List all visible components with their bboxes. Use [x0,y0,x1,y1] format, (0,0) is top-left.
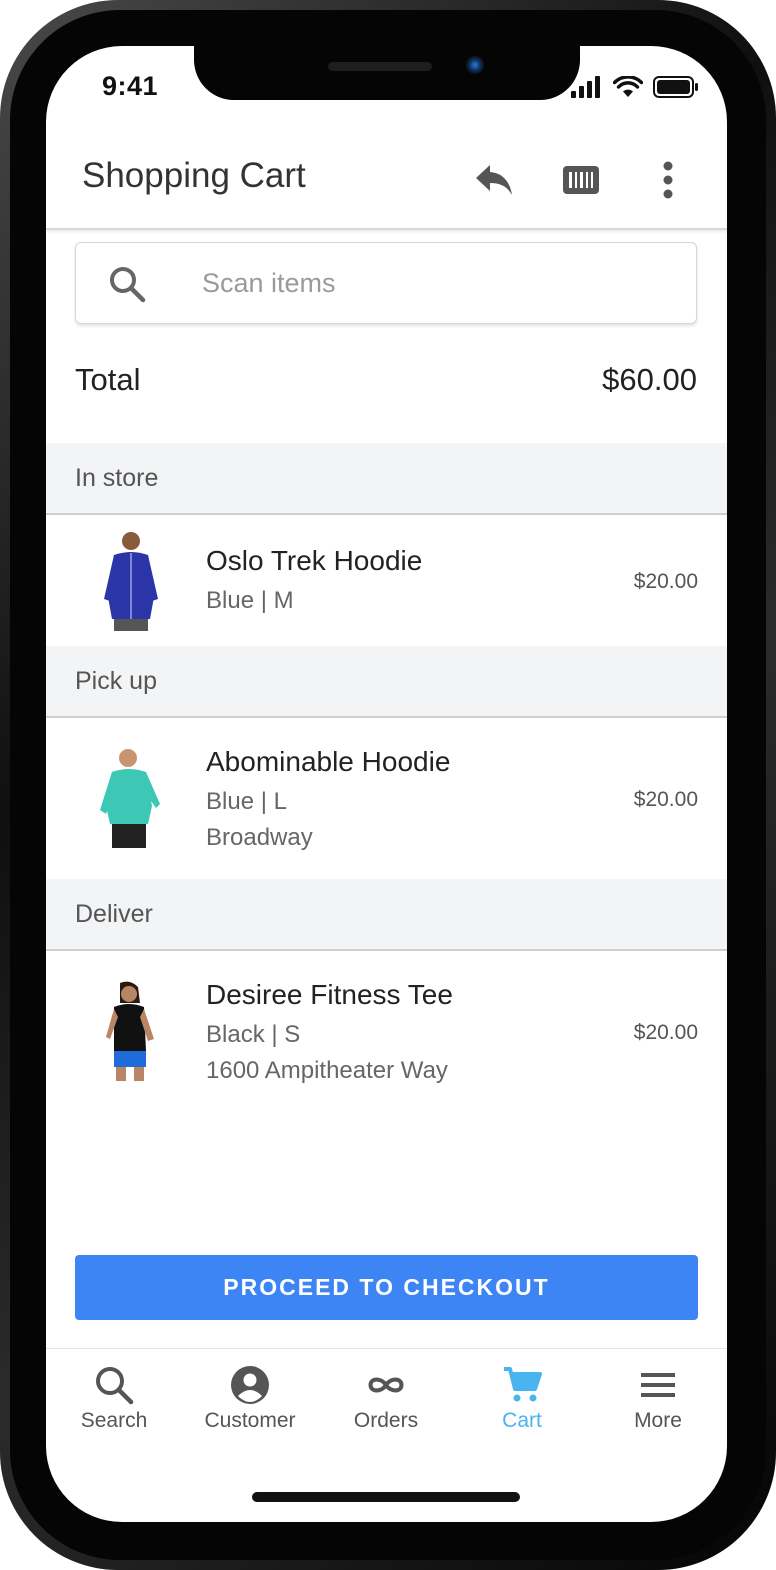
speaker-grille [328,62,432,71]
pickup-store: Broadway [206,824,313,851]
app-screen: 9:41 Shopping Cart Scan items Total $60.… [46,46,727,1522]
status-icons [571,76,699,98]
more-vert-icon [663,161,673,199]
menu-icon [641,1373,675,1397]
section-header-deliver: Deliver [46,879,727,951]
app-header: Shopping Cart [46,142,727,230]
proceed-to-checkout-button[interactable]: PROCEED TO CHECKOUT [75,1255,698,1320]
bottom-nav: Search Customer Orders Cart More [46,1348,727,1459]
product-thumbnail [106,981,154,1081]
item-price: $20.00 [633,788,698,811]
nav-item-orders[interactable]: Orders [326,1365,446,1445]
barcode-button[interactable] [559,158,603,202]
section-label: In store [75,464,159,492]
item-name: Oslo Trek Hoodie [206,545,423,576]
total-value: $60.00 [602,362,697,397]
section-label: Pick up [75,667,157,695]
product-thumbnail [100,749,160,848]
battery-icon [653,76,698,98]
item-name: Abominable Hoodie [206,746,451,777]
section-header-pick-up: Pick up [46,646,727,718]
status-time: 9:41 [102,71,159,101]
cart-item-row[interactable]: Oslo Trek Hoodie Blue | M $20.00 [46,515,727,646]
more-options-button[interactable] [646,158,690,202]
item-price: $20.00 [633,570,698,593]
item-variant: Black | S [206,1021,301,1048]
nav-item-more[interactable]: More [598,1365,718,1445]
item-variant: Blue | M [206,587,294,614]
section-header-in-store: In store [46,443,727,515]
wifi-icon [613,76,643,97]
nav-label: Customer [204,1409,296,1432]
nav-item-cart[interactable]: Cart [462,1365,582,1445]
page-title: Shopping Cart [82,156,306,195]
total-row: Total $60.00 [75,358,697,408]
product-thumbnail [104,532,158,631]
account-circle-icon [231,1366,269,1404]
section-label: Deliver [75,900,153,928]
search-icon [110,267,146,303]
total-label: Total [75,362,141,397]
scan-search-box[interactable] [75,242,697,324]
phone-frame: 9:41 Shopping Cart Scan items Total $60.… [0,0,776,1570]
search-icon [96,1367,134,1405]
nav-item-search[interactable]: Search [54,1365,174,1445]
item-name: Desiree Fitness Tee [206,979,453,1010]
signal-icon [571,76,600,98]
reply-button[interactable] [472,158,516,202]
nav-label: Orders [353,1409,419,1432]
cart-icon [504,1367,542,1402]
scan-items-input[interactable] [202,243,672,323]
delivery-address: 1600 Ampitheater Way [206,1057,448,1084]
nav-label: More [634,1409,682,1432]
barcode-icon [563,166,599,194]
nav-label: Cart [502,1409,542,1432]
notch [194,46,580,100]
nav-label: Search [80,1409,148,1432]
cart-item-row[interactable]: Abominable Hoodie Blue | L Broadway $20.… [46,718,727,879]
infinity-icon [368,1377,404,1393]
item-price: $20.00 [633,1021,698,1044]
item-variant: Blue | L [206,788,287,815]
home-indicator[interactable] [252,1492,520,1502]
cart-item-row[interactable]: Desiree Fitness Tee Black | S 1600 Ampit… [46,951,727,1112]
nav-item-customer[interactable]: Customer [190,1365,310,1445]
front-camera [466,56,484,74]
reply-icon [476,165,512,195]
